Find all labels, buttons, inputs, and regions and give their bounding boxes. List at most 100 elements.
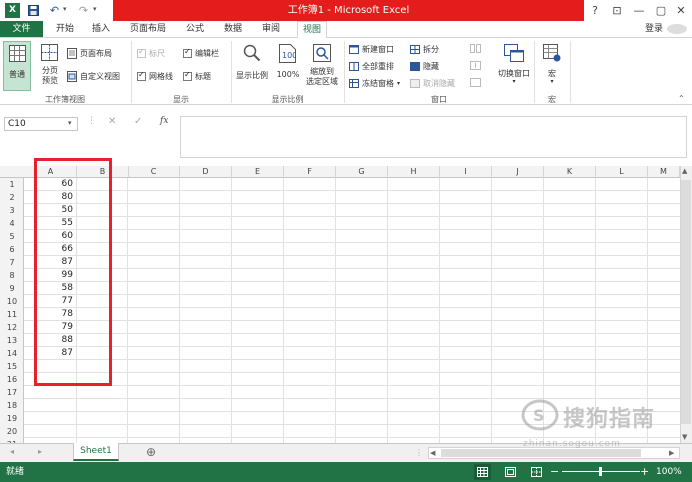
row-header[interactable]: 7 — [0, 256, 24, 269]
synchronous-scrolling-icon[interactable] — [470, 61, 482, 71]
normal-view-label: 普通 — [9, 70, 25, 79]
sheet-tab-sheet1[interactable]: Sheet1 — [73, 443, 119, 461]
zoom-slider-thumb[interactable] — [599, 467, 602, 476]
user-avatar[interactable] — [667, 24, 687, 34]
name-box[interactable]: C10 — [4, 117, 78, 131]
tab-view[interactable]: 视图 — [297, 21, 327, 38]
column-header-j[interactable]: J — [492, 166, 544, 178]
unhide-icon — [410, 79, 420, 88]
row-header[interactable]: 10 — [0, 295, 24, 308]
sign-in-link[interactable]: 登录 — [645, 21, 663, 37]
column-header-c[interactable]: C — [128, 166, 180, 178]
page-break-status-button[interactable] — [528, 464, 545, 480]
row-header[interactable]: 9 — [0, 282, 24, 295]
row-header[interactable]: 19 — [0, 412, 24, 425]
undo-icon[interactable]: ↶ — [47, 3, 62, 18]
custom-views-button[interactable]: 自定义视图 — [67, 71, 120, 82]
zoom-to-selection-button[interactable]: 缩放到 选定区域 — [303, 42, 341, 90]
row-header[interactable]: 2 — [0, 191, 24, 204]
insert-function-icon[interactable]: fx — [160, 116, 168, 126]
sheet-scroll-handle-icon[interactable]: ⋮ — [415, 448, 423, 457]
headings-checkbox[interactable]: 标题 — [183, 70, 211, 82]
cancel-icon[interactable]: ✕ — [108, 116, 116, 127]
tab-review[interactable]: 审阅 — [256, 21, 286, 37]
row-header[interactable]: 5 — [0, 230, 24, 243]
formula-input[interactable] — [180, 116, 687, 158]
ruler-check-icon — [137, 47, 146, 58]
prev-sheet-icon[interactable]: ◂ — [10, 447, 14, 456]
row-header[interactable]: 14 — [0, 347, 24, 360]
scroll-left-arrow-icon[interactable]: ◀ — [430, 448, 435, 458]
zoom-in-button[interactable]: + — [640, 464, 649, 480]
freeze-panes-button[interactable]: 冻结窗格 ▾ — [349, 78, 400, 89]
page-break-preview-icon — [41, 44, 58, 61]
page-layout-view-button[interactable]: 页面布局 — [67, 48, 112, 59]
column-header-m[interactable]: M — [648, 166, 680, 178]
column-header-k[interactable]: K — [544, 166, 596, 178]
column-header-h[interactable]: H — [388, 166, 440, 178]
arrange-all-button[interactable]: 全部重排 — [349, 61, 394, 72]
enter-icon[interactable]: ✓ — [134, 116, 142, 127]
customize-quick-access-icon[interactable]: ▾ — [93, 5, 97, 13]
column-header-l[interactable]: L — [596, 166, 648, 178]
ruler-checkbox[interactable]: 标尺 — [137, 47, 165, 59]
column-header-g[interactable]: G — [336, 166, 388, 178]
normal-view-status-button[interactable] — [474, 464, 491, 480]
column-header-i[interactable]: I — [440, 166, 492, 178]
reset-window-position-icon[interactable] — [470, 78, 482, 88]
redo-icon[interactable]: ↷ — [76, 3, 91, 18]
tab-formulas[interactable]: 公式 — [180, 21, 210, 37]
row-header[interactable]: 6 — [0, 243, 24, 256]
unhide-button[interactable]: 取消隐藏 — [410, 78, 455, 89]
tab-page-layout[interactable]: 页面布局 — [124, 21, 172, 37]
tab-insert[interactable]: 插入 — [86, 21, 116, 37]
switch-windows-button[interactable]: 切换窗口 ▾ — [492, 42, 536, 90]
save-icon[interactable] — [26, 3, 41, 18]
row-header[interactable]: 3 — [0, 204, 24, 217]
zoom-button[interactable]: 显示比例 — [234, 42, 270, 90]
gridlines-checkbox[interactable]: 网格线 — [137, 70, 173, 82]
zoom-out-button[interactable]: − — [550, 464, 559, 480]
column-header-e[interactable]: E — [232, 166, 284, 178]
row-header[interactable]: 13 — [0, 334, 24, 347]
new-window-button[interactable]: 新建窗口 — [349, 44, 394, 55]
tab-home[interactable]: 开始 — [50, 21, 80, 37]
vertical-scroll-thumb[interactable] — [681, 180, 691, 424]
row-header[interactable]: 8 — [0, 269, 24, 282]
name-box-dropdown-icon[interactable]: ▾ — [68, 119, 72, 127]
row-header[interactable]: 17 — [0, 386, 24, 399]
undo-dropdown-icon[interactable]: ▾ — [63, 5, 67, 13]
page-layout-status-button[interactable] — [502, 464, 519, 480]
row-header[interactable]: 11 — [0, 308, 24, 321]
row-header[interactable]: 4 — [0, 217, 24, 230]
column-header-f[interactable]: F — [284, 166, 336, 178]
new-sheet-button[interactable]: ⊕ — [146, 445, 156, 459]
row-header[interactable]: 18 — [0, 399, 24, 412]
row-header[interactable]: 15 — [0, 360, 24, 373]
next-sheet-icon[interactable]: ▸ — [38, 447, 42, 456]
page-break-preview-button[interactable]: 分页 预览 — [36, 41, 64, 91]
hide-button[interactable]: 隐藏 — [410, 61, 439, 72]
zoom-percent[interactable]: 100% — [656, 462, 682, 482]
view-side-by-side-icon[interactable] — [470, 44, 482, 54]
collapse-ribbon-icon[interactable]: ⌃ — [678, 94, 685, 103]
maximize-button[interactable]: ▢ — [650, 0, 672, 21]
row-header[interactable]: 12 — [0, 321, 24, 334]
ribbon-display-options-button[interactable]: ⊡ — [606, 0, 628, 21]
column-header-d[interactable]: D — [180, 166, 232, 178]
help-button[interactable]: ? — [584, 0, 606, 21]
row-header[interactable]: 20 — [0, 425, 24, 438]
close-button[interactable]: ✕ — [670, 0, 692, 21]
split-button[interactable]: 拆分 — [410, 44, 439, 55]
formula-bar-checkbox[interactable]: 编辑栏 — [183, 47, 219, 59]
page-layout-label: 页面布局 — [80, 49, 112, 58]
minimize-button[interactable]: — — [628, 0, 650, 21]
tab-data[interactable]: 数据 — [218, 21, 248, 37]
normal-view-button[interactable]: 普通 — [3, 41, 31, 91]
row-header[interactable]: 1 — [0, 178, 24, 191]
zoom-100-button[interactable]: 100 100% — [274, 42, 302, 90]
macros-button[interactable]: 宏 ▾ — [538, 42, 566, 90]
tab-file[interactable]: 文件 — [0, 21, 43, 37]
scroll-up-arrow-icon[interactable]: ▲ — [682, 167, 687, 175]
row-header[interactable]: 16 — [0, 373, 24, 386]
